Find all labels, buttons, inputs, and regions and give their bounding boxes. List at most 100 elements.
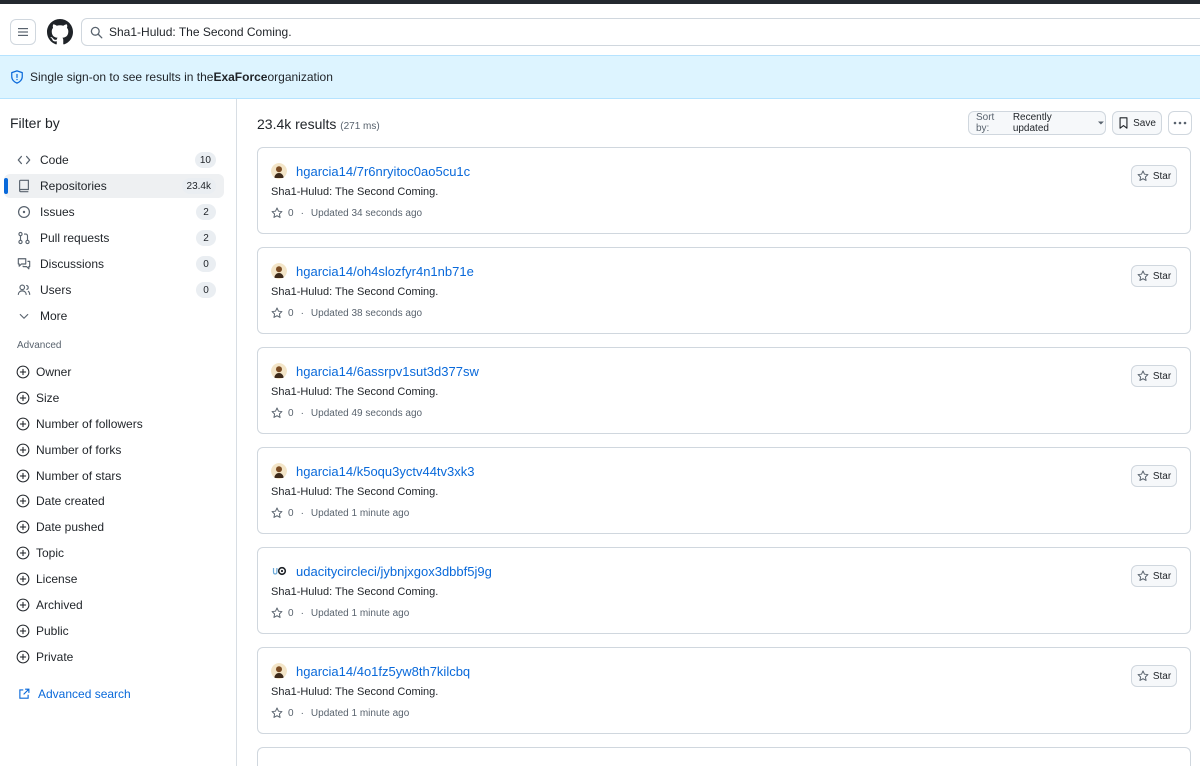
count-badge: 23.4k <box>181 178 216 194</box>
sidebar-item-issues[interactable]: Issues 2 <box>4 200 224 224</box>
star-icon <box>271 307 283 318</box>
code-icon <box>16 152 32 168</box>
updated-time: Updated 1 minute ago <box>310 607 410 619</box>
repo-link[interactable]: hgarcia14/7r6nryitoc0ao5cu1c <box>296 164 470 179</box>
sidebar-item-users[interactable]: Users 0 <box>4 278 224 302</box>
sort-dropdown[interactable]: Sort by: Recently updated <box>968 111 1106 135</box>
pull-request-icon <box>16 230 32 246</box>
star-button[interactable]: Star <box>1131 465 1177 487</box>
advanced-filter-label: Number of followers <box>36 417 143 431</box>
advanced-filter-label: Topic <box>36 546 65 560</box>
plus-circle-icon <box>16 598 30 612</box>
sidebar-item-label: Repositories <box>40 179 107 193</box>
sidebar-item-more[interactable]: More <box>4 304 224 328</box>
advanced-filter-date-created[interactable]: Date created <box>16 490 105 512</box>
star-count[interactable]: 0 <box>288 208 294 219</box>
result-card: hgarcia14/7r6nryitoc0ao5cu1c Sha1-Hulud:… <box>257 147 1191 234</box>
advanced-filter-public[interactable]: Public <box>16 620 69 642</box>
sidebar-item-repositories[interactable]: Repositories 23.4k <box>4 174 224 198</box>
sidebar-item-code[interactable]: Code 10 <box>4 148 224 172</box>
results-count: 23.4k results <box>257 116 337 132</box>
advanced-filter-size[interactable]: Size <box>16 387 59 409</box>
repo-description: Sha1-Hulud: The Second Coming. <box>271 286 439 298</box>
star-button[interactable]: Star <box>1131 365 1177 387</box>
sso-banner: Single sign-on to see results in the Exa… <box>0 55 1200 99</box>
advanced-filter-archived[interactable]: Archived <box>16 594 83 616</box>
sidebar-item-label: Pull requests <box>40 231 110 245</box>
result-card: hgarcia14/k5oqu3yctv44tv3xk3 Sha1-Hulud:… <box>257 447 1191 534</box>
sidebar-item-label: Users <box>40 283 72 297</box>
star-button[interactable]: Star <box>1131 665 1177 687</box>
filter-sidebar: Filter by Code 10 Repositories 23.4k Iss… <box>0 99 237 766</box>
avatar[interactable] <box>271 463 287 479</box>
advanced-filter-label: Number of forks <box>36 443 122 457</box>
plus-circle-icon <box>16 572 30 586</box>
advanced-filter-topic[interactable]: Topic <box>16 542 64 564</box>
advanced-filter-private[interactable]: Private <box>16 646 73 668</box>
repo-link[interactable]: hgarcia14/6assrpv1sut3d377sw <box>296 364 479 379</box>
org-logo-avatar[interactable] <box>271 563 287 579</box>
advanced-filter-label: Size <box>36 391 60 405</box>
plus-circle-icon <box>16 494 30 508</box>
star-count[interactable]: 0 <box>288 308 294 319</box>
sidebar-item-discussions[interactable]: Discussions 0 <box>4 252 224 276</box>
separator-dot: · <box>300 207 304 219</box>
avatar[interactable] <box>271 663 287 679</box>
advanced-filter-label: Date created <box>36 494 105 508</box>
search-input[interactable] <box>109 25 1109 39</box>
repo-link[interactable]: hgarcia14/k5oqu3yctv44tv3xk3 <box>296 464 475 479</box>
star-icon <box>1137 570 1149 581</box>
chevron-down-icon <box>16 308 32 324</box>
github-logo-icon[interactable] <box>47 19 73 45</box>
repo-link[interactable]: hgarcia14/oh4slozfyr4n1nb71e <box>296 264 474 279</box>
more-options-button[interactable] <box>1168 111 1192 135</box>
star-count[interactable]: 0 <box>288 408 294 419</box>
star-count[interactable]: 0 <box>288 508 294 519</box>
repo-meta: 0 · Updated 1 minute ago <box>271 607 409 619</box>
banner-org-link[interactable]: ExaForce <box>213 70 267 84</box>
hamburger-menu-button[interactable] <box>10 19 36 45</box>
plus-circle-icon <box>16 391 30 405</box>
plus-circle-icon <box>16 520 30 534</box>
search-icon <box>90 26 103 38</box>
advanced-filter-forks[interactable]: Number of forks <box>16 439 121 461</box>
avatar[interactable] <box>271 363 287 379</box>
star-icon <box>1137 170 1149 181</box>
advanced-search-link[interactable]: Advanced search <box>18 687 131 701</box>
plus-circle-icon <box>16 469 30 483</box>
repo-icon <box>16 178 32 194</box>
star-button[interactable]: Star <box>1131 565 1177 587</box>
advanced-filter-owner[interactable]: Owner <box>16 361 71 383</box>
kebab-horizontal-icon <box>1173 121 1187 125</box>
advanced-filter-date-pushed[interactable]: Date pushed <box>16 516 104 538</box>
banner-text-suffix: organization <box>267 70 333 84</box>
repo-link[interactable]: udacitycircleci/jybnjxgox3dbbf5j9g <box>296 564 492 579</box>
sidebar-item-pull-requests[interactable]: Pull requests 2 <box>4 226 224 250</box>
advanced-filter-license[interactable]: License <box>16 568 77 590</box>
save-search-button[interactable]: Save <box>1112 111 1162 135</box>
sort-label: Sort by: <box>976 112 995 134</box>
star-button[interactable]: Star <box>1131 265 1177 287</box>
avatar[interactable] <box>271 263 287 279</box>
avatar[interactable] <box>271 163 287 179</box>
repo-description: Sha1-Hulud: The Second Coming. <box>271 586 439 598</box>
discussion-icon <box>16 256 32 272</box>
plus-circle-icon <box>16 650 30 664</box>
caret-down-icon <box>1098 121 1105 125</box>
advanced-filter-followers[interactable]: Number of followers <box>16 413 143 435</box>
star-button-label: Star <box>1152 470 1172 482</box>
star-count[interactable]: 0 <box>288 708 294 719</box>
users-icon <box>16 282 32 298</box>
advanced-filter-label: Private <box>36 650 74 664</box>
star-count[interactable]: 0 <box>288 608 294 619</box>
updated-time: Updated 1 minute ago <box>310 707 410 719</box>
star-icon <box>271 707 283 718</box>
search-bar[interactable] <box>81 18 1200 46</box>
advanced-search-label: Advanced search <box>38 687 131 701</box>
star-button[interactable]: Star <box>1131 165 1177 187</box>
count-badge: 0 <box>196 282 216 298</box>
repo-link[interactable]: hgarcia14/4o1fz5yw8th7kilcbq <box>296 664 470 679</box>
save-label: Save <box>1133 117 1156 129</box>
advanced-filter-stars[interactable]: Number of stars <box>16 465 121 487</box>
sidebar-item-label: Discussions <box>40 257 105 271</box>
